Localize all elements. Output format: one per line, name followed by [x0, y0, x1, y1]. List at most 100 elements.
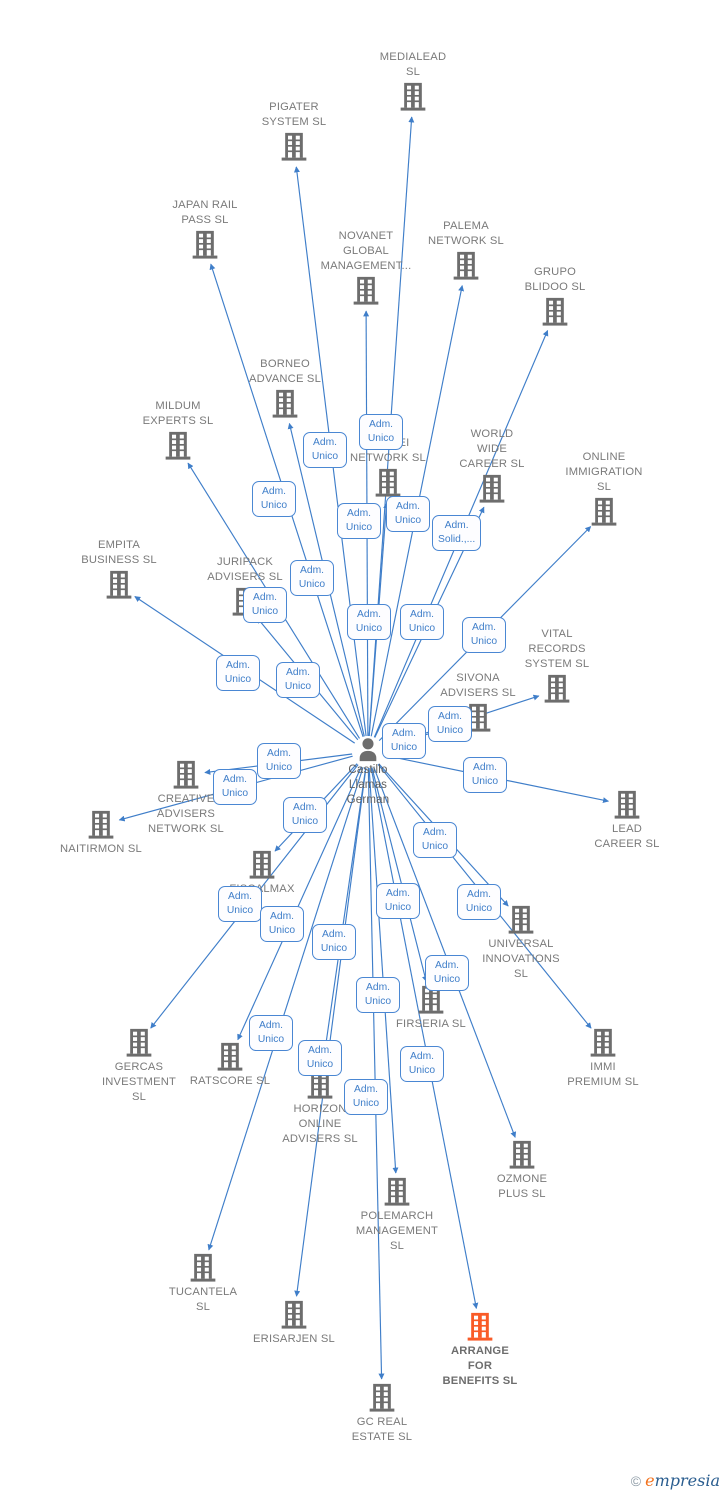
- edge-role-badge[interactable]: Adm. Unico: [463, 757, 507, 793]
- company-node-label: SIVONA ADVISERS SL: [440, 672, 516, 699]
- edge-role-badge[interactable]: Adm. Unico: [376, 883, 420, 919]
- company-node-label: FIRSERIA SL: [396, 1018, 466, 1030]
- company-node-arrange[interactable]: ARRANGE FOR BENEFITS SL: [405, 1311, 555, 1389]
- watermark-initial: e: [645, 1471, 655, 1490]
- company-node-label: GERCAS INVESTMENT SL: [101, 1061, 177, 1103]
- edge-role-badge[interactable]: Adm. Unico: [283, 797, 327, 833]
- building-icon: [210, 388, 360, 420]
- company-node-onlineimm[interactable]: ONLINE IMMIGRATION SL: [529, 450, 679, 528]
- company-node-tucantela[interactable]: TUCANTELA SL: [128, 1252, 278, 1315]
- company-node-novanet[interactable]: NOVANET GLOBAL MANAGEMENT...: [291, 229, 441, 307]
- building-icon: [26, 809, 176, 841]
- company-node-worldwide[interactable]: WORLD WIDE CAREER SL: [417, 427, 567, 505]
- company-node-label: ONLINE IMMIGRATION SL: [565, 451, 643, 493]
- edge-role-badge[interactable]: Adm. Unico: [298, 1040, 342, 1076]
- edge-center-to-horizon: [320, 767, 367, 1067]
- building-icon: [447, 1139, 597, 1171]
- company-node-fiscalmax[interactable]: FISCALMAX: [187, 849, 337, 897]
- company-node-pigater[interactable]: PIGATER SYSTEM SL: [219, 100, 369, 163]
- company-node-label: GRUPO BLIDOO SL: [524, 266, 586, 293]
- edge-role-badge[interactable]: Adm. Unico: [382, 723, 426, 759]
- building-icon: [307, 1382, 457, 1414]
- company-node-sivona[interactable]: SIVONA ADVISERS SL: [403, 671, 553, 734]
- edge-role-badge[interactable]: Adm. Unico: [260, 906, 304, 942]
- building-icon: [529, 496, 679, 528]
- building-icon: [482, 673, 632, 705]
- network-diagram-canvas: MEDIALEAD SL PIGATER SYSTEM SL JAPAN RAIL …: [0, 0, 728, 1500]
- building-icon: [313, 467, 463, 499]
- company-node-polemarch[interactable]: POLEMARCH MANAGEMENT SL: [322, 1176, 472, 1254]
- company-node-palema[interactable]: PALEMA NETWORK SL: [391, 219, 541, 282]
- edge-role-badge[interactable]: Adm. Unico: [457, 884, 501, 920]
- edge-role-badge[interactable]: Adm. Unico: [359, 414, 403, 450]
- company-node-borneo[interactable]: BORNEO ADVANCE SL: [210, 357, 360, 420]
- edge-role-badge[interactable]: Adm. Unico: [413, 822, 457, 858]
- building-icon: [128, 1252, 278, 1284]
- building-icon: [291, 275, 441, 307]
- building-icon: [103, 430, 253, 462]
- building-icon: [417, 473, 567, 505]
- company-node-japanrail[interactable]: JAPAN RAIL PASS SL: [130, 198, 280, 261]
- building-icon: [130, 229, 280, 261]
- edge-role-badge[interactable]: Adm. Unico: [276, 662, 320, 698]
- company-node-gercas[interactable]: GERCAS INVESTMENT SL: [64, 1027, 214, 1105]
- company-node-naitirmon[interactable]: NAITIRMON SL: [26, 809, 176, 857]
- edge-role-badge[interactable]: Adm. Unico: [312, 924, 356, 960]
- building-icon: [480, 296, 630, 328]
- copyright-icon: ©: [630, 1472, 642, 1489]
- building-icon: [391, 250, 541, 282]
- edge-role-badge[interactable]: Adm. Unico: [218, 886, 262, 922]
- edge-role-badge[interactable]: Adm. Unico: [425, 955, 469, 991]
- edge-role-badge[interactable]: Adm. Unico: [337, 503, 381, 539]
- company-node-label: LEAD CAREER SL: [594, 823, 660, 850]
- watermark-label: empresia: [645, 1471, 720, 1490]
- edge-role-badge[interactable]: Adm. Unico: [249, 1015, 293, 1051]
- edge-role-badge[interactable]: Adm. Unico: [303, 432, 347, 468]
- company-node-label: EMPITA BUSINESS SL: [81, 539, 157, 566]
- company-node-leadcareer[interactable]: LEAD CAREER SL: [552, 789, 702, 852]
- edge-role-badge[interactable]: Adm. Unico: [386, 496, 430, 532]
- edge-role-badge[interactable]: Adm. Unico: [257, 743, 301, 779]
- edge-role-badge[interactable]: Adm. Unico: [347, 604, 391, 640]
- company-node-label: WORLD WIDE CAREER SL: [459, 428, 525, 470]
- company-node-label: PALEMA NETWORK SL: [428, 220, 504, 247]
- edge-role-badge[interactable]: Adm. Unico: [213, 769, 257, 805]
- edge-layer: [118, 116, 609, 1380]
- edge-role-badge[interactable]: Adm. Unico: [428, 706, 472, 742]
- company-node-label: RATSCORE SL: [189, 1075, 271, 1087]
- company-node-label: NAITIRMON SL: [60, 843, 142, 855]
- building-icon: [528, 1027, 678, 1059]
- edge-role-badge[interactable]: Adm. Unico: [252, 481, 296, 517]
- building-icon: [64, 1027, 214, 1059]
- company-node-label: OZMONE PLUS SL: [496, 1173, 548, 1200]
- building-icon: [219, 1299, 369, 1331]
- edge-role-badge[interactable]: Adm. Unico: [400, 1046, 444, 1082]
- company-node-label: PIGATER SYSTEM SL: [261, 101, 327, 128]
- company-node-label: ERISARJEN SL: [253, 1333, 335, 1345]
- edge-center-to-tucantela: [207, 767, 364, 1251]
- company-node-mildum[interactable]: MILDUM EXPERTS SL: [103, 399, 253, 462]
- company-node-ozmone[interactable]: OZMONE PLUS SL: [447, 1139, 597, 1202]
- edge-role-badge[interactable]: Adm. Unico: [356, 977, 400, 1013]
- company-node-erisarjen[interactable]: ERISARJEN SL: [219, 1299, 369, 1347]
- company-node-gcreal[interactable]: GC REAL ESTATE SL: [307, 1382, 457, 1445]
- edge-role-badge[interactable]: Adm. Unico: [400, 604, 444, 640]
- building-icon-highlighted: [405, 1311, 555, 1343]
- edge-center-to-firseria: [371, 767, 428, 983]
- company-node-label: IMMI PREMIUM SL: [567, 1061, 639, 1088]
- company-node-empita[interactable]: EMPITA BUSINESS SL: [44, 538, 194, 601]
- edge-role-badge[interactable]: Adm. Unico: [290, 560, 334, 596]
- watermark: © empresia: [631, 1471, 720, 1490]
- edge-role-badge[interactable]: Adm. Unico: [344, 1079, 388, 1115]
- company-node-grupoblidoo[interactable]: GRUPO BLIDOO SL: [480, 265, 630, 328]
- company-node-immi[interactable]: IMMI PREMIUM SL: [528, 1027, 678, 1090]
- edge-role-badge[interactable]: Adm. Unico: [462, 617, 506, 653]
- company-node-label: ARRANGE FOR BENEFITS SL: [442, 1345, 518, 1387]
- company-node-label: GC REAL ESTATE SL: [351, 1416, 413, 1443]
- edge-role-badge[interactable]: Adm. Unico: [216, 655, 260, 691]
- company-node-label: JAPAN RAIL PASS SL: [172, 199, 238, 226]
- company-node-medialead[interactable]: MEDIALEAD SL: [338, 50, 488, 113]
- edge-role-badge[interactable]: Adm. Unico: [243, 587, 287, 623]
- edge-role-badge[interactable]: Adm. Solid.,...: [432, 515, 482, 551]
- building-icon: [219, 131, 369, 163]
